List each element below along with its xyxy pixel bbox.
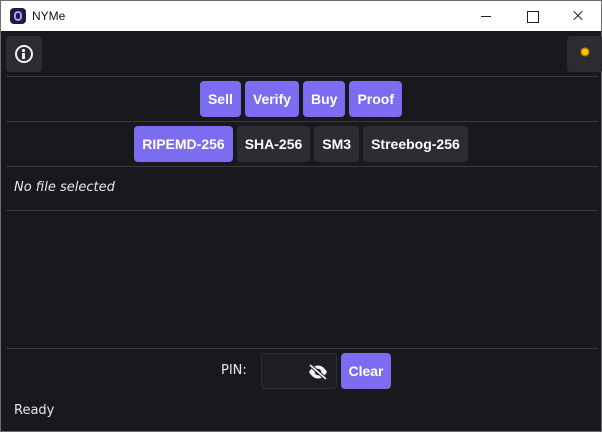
- file-status: No file selected: [14, 180, 115, 195]
- divider: [6, 121, 598, 122]
- buy-button[interactable]: Buy: [303, 81, 346, 117]
- divider: [6, 76, 598, 77]
- action-buttons: Sell Verify Buy Proof: [1, 81, 601, 117]
- pin-field: [261, 353, 337, 389]
- sun-icon: ✹: [579, 45, 591, 61]
- close-button[interactable]: [555, 1, 601, 31]
- proof-button[interactable]: Proof: [349, 81, 403, 117]
- window-title: NYMe: [32, 9, 66, 23]
- status-text: Ready: [14, 403, 55, 418]
- theme-toggle-button[interactable]: ✹: [567, 36, 602, 72]
- verify-button[interactable]: Verify: [244, 81, 300, 117]
- divider: [6, 348, 598, 349]
- hash-option-sha-256[interactable]: SHA-256: [236, 126, 311, 162]
- sell-button[interactable]: Sell: [199, 81, 241, 117]
- info-icon: [15, 45, 33, 63]
- pin-input[interactable]: [268, 362, 304, 382]
- app-window: NYMe ✹ Sell Verify Buy Proof RIPEMD-256 …: [0, 0, 602, 432]
- title-bar: NYMe: [1, 1, 601, 31]
- pin-label: PIN:: [221, 363, 247, 378]
- app-logo-icon: [10, 8, 26, 24]
- hash-option-ripemd-256[interactable]: RIPEMD-256: [134, 126, 233, 162]
- divider: [6, 210, 598, 211]
- minimize-button[interactable]: [463, 1, 509, 31]
- hash-option-sm3[interactable]: SM3: [314, 126, 360, 162]
- info-button[interactable]: [6, 36, 42, 72]
- hash-option-streebog-256[interactable]: Streebog-256: [363, 126, 468, 162]
- eye-off-icon[interactable]: [308, 364, 328, 380]
- clear-button[interactable]: Clear: [341, 353, 391, 389]
- divider: [6, 166, 598, 167]
- hash-algorithm-selector: RIPEMD-256 SHA-256 SM3 Streebog-256: [1, 126, 601, 162]
- maximize-button[interactable]: [509, 1, 555, 31]
